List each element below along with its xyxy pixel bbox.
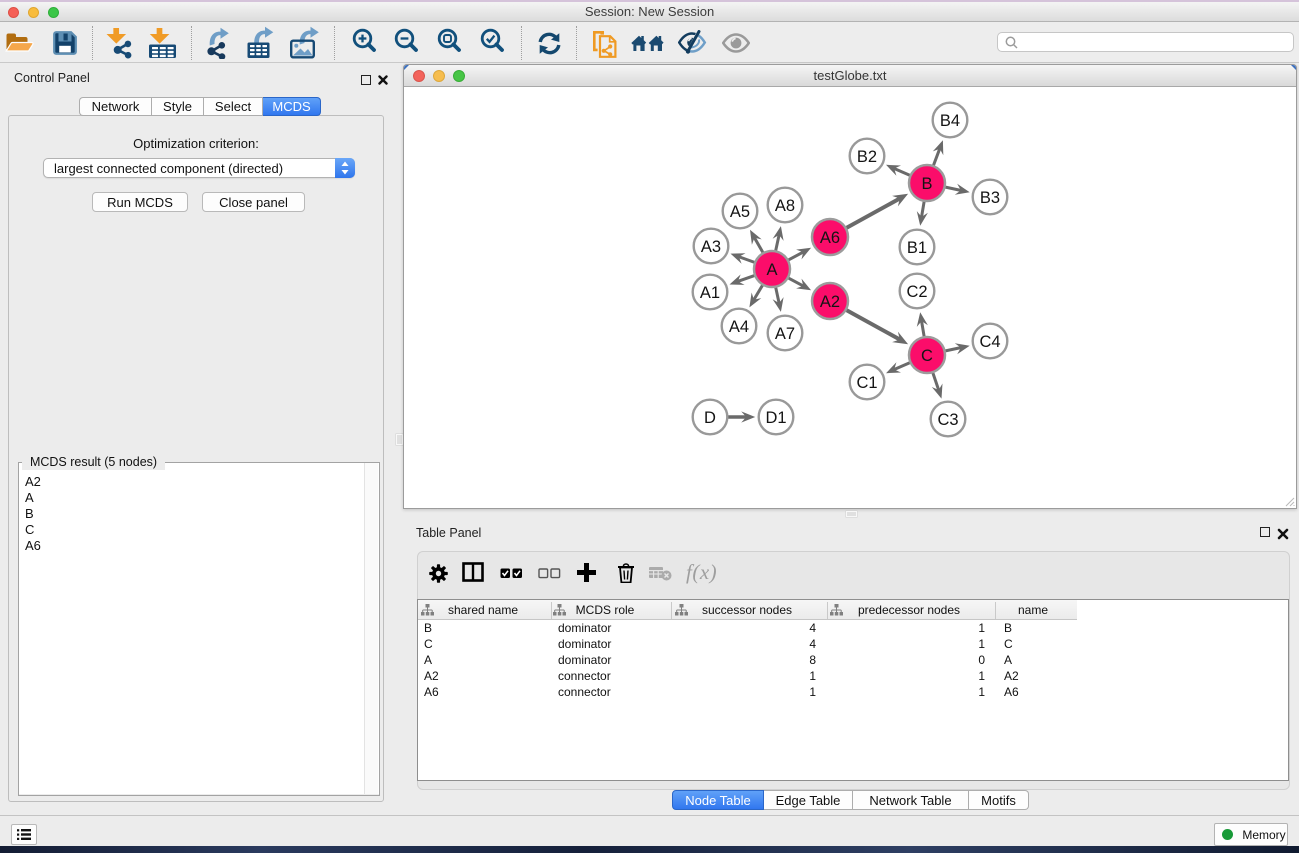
svg-text:D: D [704, 409, 716, 427]
svg-text:B4: B4 [940, 112, 960, 130]
svg-text:A4: A4 [729, 318, 749, 336]
svg-text:A3: A3 [701, 238, 721, 256]
svg-text:B3: B3 [980, 189, 1000, 207]
svg-text:A7: A7 [775, 325, 795, 343]
svg-text:A: A [766, 261, 777, 279]
svg-text:A1: A1 [700, 284, 720, 302]
svg-text:C2: C2 [906, 283, 927, 301]
svg-text:D1: D1 [765, 409, 786, 427]
svg-text:C1: C1 [856, 374, 877, 392]
svg-text:C3: C3 [937, 411, 958, 429]
svg-text:B1: B1 [907, 239, 927, 257]
svg-text:B: B [921, 175, 932, 193]
svg-text:A8: A8 [775, 197, 795, 215]
svg-text:C: C [921, 347, 933, 365]
svg-text:A2: A2 [820, 293, 840, 311]
svg-text:A5: A5 [730, 203, 750, 221]
svg-text:A6: A6 [820, 229, 840, 247]
svg-text:C4: C4 [979, 333, 1000, 351]
svg-text:B2: B2 [857, 148, 877, 166]
